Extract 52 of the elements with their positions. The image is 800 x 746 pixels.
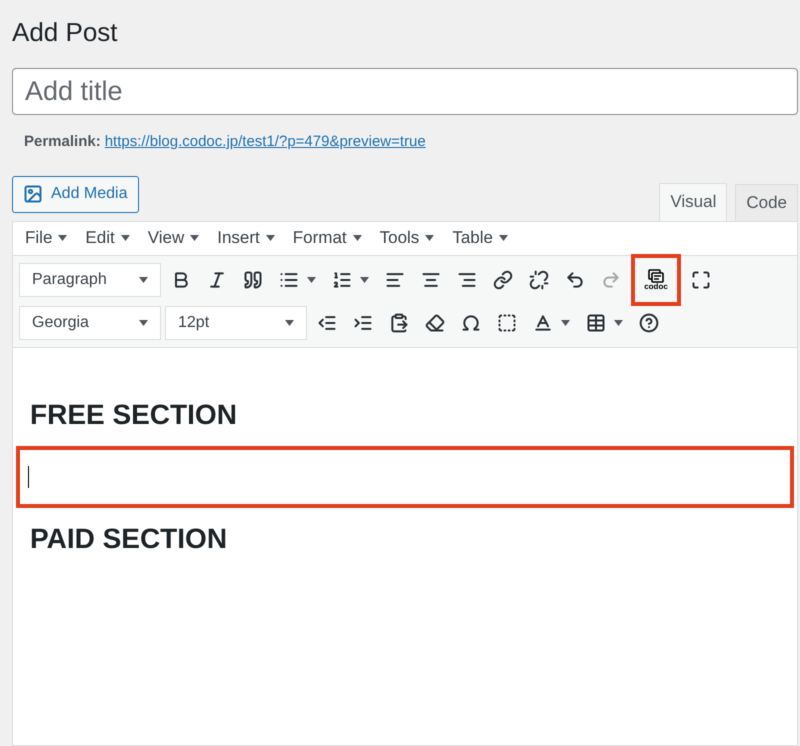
menu-item[interactable]: Edit — [85, 225, 130, 251]
caret-icon — [285, 320, 294, 326]
media-icon — [23, 184, 43, 204]
caret-icon — [120, 235, 130, 241]
text-color-icon — [533, 312, 553, 332]
read-more-icon — [497, 312, 517, 332]
document-icon — [648, 268, 664, 282]
help-icon — [639, 312, 659, 332]
caret-icon — [307, 276, 316, 282]
italic-icon — [207, 270, 227, 290]
paste-text-icon — [389, 312, 409, 332]
menu-item[interactable]: Format — [292, 225, 362, 251]
undo-icon — [565, 270, 585, 290]
link-icon — [493, 270, 513, 290]
caret-icon — [266, 235, 275, 241]
menu-item[interactable]: Table — [452, 225, 508, 251]
text-cursor — [28, 466, 29, 488]
eraser-icon — [425, 312, 445, 332]
caret-icon — [614, 320, 623, 326]
caret-icon — [360, 276, 369, 282]
caret-icon — [190, 235, 200, 241]
caret-icon — [58, 235, 68, 241]
permalink-label: Permalink: — [24, 132, 101, 152]
menu-item[interactable]: File — [25, 225, 68, 251]
menu-item[interactable]: View — [148, 225, 200, 251]
page-title: Add Post — [12, 16, 119, 49]
caret-icon — [139, 276, 148, 282]
add-media-button[interactable]: Add Media — [12, 176, 138, 212]
dropdown-select[interactable]: Paragraph — [19, 262, 161, 296]
permalink-link[interactable]: https://blog.codoc.jp/test1/?p=479&preview=true — [104, 131, 426, 154]
caret-icon — [352, 235, 362, 241]
caret-icon — [139, 320, 148, 326]
table-icon — [586, 312, 606, 332]
numbered-list-icon — [332, 270, 352, 290]
omega-icon — [461, 312, 481, 332]
caret-icon — [561, 320, 570, 326]
caret-icon — [498, 235, 508, 241]
dropdown-select[interactable]: Georgia — [19, 306, 161, 340]
editor-tab[interactable]: Visual — [659, 182, 728, 220]
section-heading: FREE SECTION — [29, 398, 238, 432]
section-heading: PAID SECTION — [29, 522, 228, 556]
menu-item[interactable]: Insert — [217, 225, 275, 251]
unlink-icon — [529, 270, 549, 290]
fullscreen-icon — [691, 270, 711, 290]
codoc-button[interactable]: codoc — [631, 254, 681, 306]
menu-item[interactable]: Tools — [380, 225, 434, 251]
editor-tab[interactable]: Code — [735, 184, 798, 220]
dropdown-select[interactable]: 12pt — [165, 306, 307, 340]
title-field[interactable]: Add title — [12, 68, 798, 115]
quote-icon — [243, 270, 263, 290]
redo-icon — [601, 270, 621, 290]
caret-icon — [425, 235, 434, 241]
